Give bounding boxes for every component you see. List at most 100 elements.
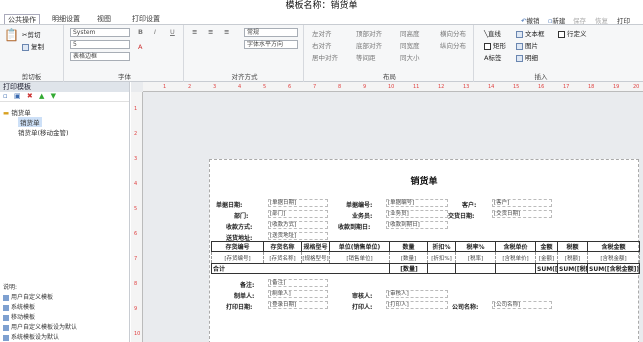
field-value[interactable]: [送货地址]: [268, 232, 328, 240]
table-cell[interactable]: [存货编号]: [211, 251, 264, 264]
layout-right-align[interactable]: 右对齐: [312, 40, 332, 50]
font-color-icon[interactable]: A: [138, 43, 142, 51]
layout-same-size[interactable]: 同大小: [400, 52, 420, 62]
tab-common[interactable]: 公共操作: [4, 14, 40, 24]
footer-value[interactable]: [登录日期]: [268, 301, 328, 309]
underline-button[interactable]: U: [170, 28, 175, 36]
font-group: System 5 表格边框 B I U A 字体: [66, 25, 184, 82]
save-template-icon[interactable]: ▣: [14, 92, 21, 100]
font-family-select[interactable]: System: [70, 28, 130, 37]
layout-bottom-align[interactable]: 底部对齐: [356, 40, 382, 50]
insert-line-button[interactable]: ╲直线: [484, 28, 501, 38]
total-cell[interactable]: SUM([含税金额]): [587, 263, 640, 274]
insert-image-button[interactable]: 图片: [516, 40, 538, 50]
layout-same-height[interactable]: 同高度: [400, 28, 420, 38]
table-cell[interactable]: [含税单价]: [495, 251, 536, 264]
total-label[interactable]: 合计: [211, 263, 390, 274]
column-header[interactable]: 税率%: [455, 241, 496, 252]
tree-root[interactable]: ▬ 销货单: [3, 107, 31, 117]
window-title: 模板名称：销货单: [0, 0, 643, 13]
column-header[interactable]: 数量: [389, 241, 428, 252]
insert-label-button[interactable]: A标签: [484, 52, 501, 62]
field-value[interactable]: [部门]: [268, 210, 328, 218]
table-cell[interactable]: [金额]: [535, 251, 558, 264]
layout-h-distribute[interactable]: 横向分布: [440, 28, 466, 38]
table-cell[interactable]: [含税金额]: [587, 251, 640, 264]
layout-v-distribute[interactable]: 纵向分布: [440, 40, 466, 50]
layout-top-align[interactable]: 顶部对齐: [356, 28, 382, 38]
copy-button[interactable]: 复制: [22, 41, 44, 51]
border-select[interactable]: 表格边框: [70, 52, 130, 61]
total-cell[interactable]: [495, 263, 536, 274]
text-direction-select[interactable]: 字体水平方向: [244, 40, 298, 49]
insert-textbox-button[interactable]: 文本框: [516, 28, 545, 38]
layout-left-align[interactable]: 左对齐: [312, 28, 332, 38]
new-template-icon[interactable]: ▫: [3, 92, 8, 100]
footer-value[interactable]: [审核人]: [386, 290, 448, 298]
document-title[interactable]: 销货单: [210, 174, 638, 187]
design-canvas[interactable]: 1 2 3 4 5 6 7 8 9 10 11 12 13 14 15 16 1…: [131, 82, 643, 342]
field-value[interactable]: [收款方式]: [268, 221, 328, 229]
bold-button[interactable]: B: [138, 28, 143, 36]
insert-detail-button[interactable]: 明细: [516, 52, 538, 62]
footer-value[interactable]: [公司名称]: [492, 301, 552, 309]
paste-icon[interactable]: 📋: [4, 28, 19, 42]
column-header[interactable]: 含税金额: [587, 241, 640, 252]
row-define-icon: [558, 30, 565, 38]
total-cell[interactable]: [455, 263, 496, 274]
field-value[interactable]: [单据编号]: [386, 199, 448, 207]
detail-table[interactable]: 存货编号 存货名称 规格型号 单位(销售单位) 数量 折扣% 税率% 含税单价 …: [211, 241, 640, 274]
total-cell[interactable]: [数量]: [389, 263, 428, 274]
footer-value[interactable]: [打印人]: [386, 301, 448, 309]
layout-center-align[interactable]: 居中对齐: [312, 52, 338, 62]
field-value[interactable]: [业务员]: [386, 210, 448, 218]
field-value[interactable]: [收款到期日]: [386, 221, 448, 229]
table-cell[interactable]: [税率]: [455, 251, 496, 264]
tab-detail[interactable]: 明细设置: [52, 14, 80, 24]
footer-value[interactable]: [制单人]: [268, 290, 328, 298]
total-cell[interactable]: SUM([金额]): [535, 263, 558, 274]
total-cell[interactable]: SUM([税额]): [557, 263, 588, 274]
column-header[interactable]: 规格型号: [301, 241, 330, 252]
layout-equal-space[interactable]: 等间距: [356, 52, 376, 62]
align-right-icon[interactable]: ≡: [224, 28, 229, 36]
column-header[interactable]: 税额: [557, 241, 588, 252]
print-page[interactable]: 销货单 单据日期: [单据日期] 单据编号: [单据编号] 客户: [客户] 部…: [209, 159, 640, 342]
insert-rect-button[interactable]: 矩形: [484, 40, 506, 50]
align-mode-select[interactable]: 常规: [244, 28, 298, 37]
italic-button[interactable]: I: [154, 28, 156, 36]
table-cell[interactable]: [税额]: [557, 251, 588, 264]
move-up-icon[interactable]: ▲: [39, 92, 44, 100]
table-cell[interactable]: [折扣%]: [427, 251, 456, 264]
column-header[interactable]: 单位(销售单位): [329, 241, 390, 252]
tree-item-selected[interactable]: 销货单: [18, 117, 42, 127]
column-header[interactable]: 金额: [535, 241, 558, 252]
table-cell[interactable]: [销售单位]: [329, 251, 390, 264]
column-header[interactable]: 存货编号: [211, 241, 264, 252]
column-header[interactable]: 存货名称: [263, 241, 302, 252]
footer-label: 公司名称:: [452, 304, 479, 311]
cut-button[interactable]: ✂剪切: [22, 29, 40, 39]
delete-template-icon[interactable]: ✖: [27, 92, 33, 100]
total-cell[interactable]: [427, 263, 456, 274]
field-value[interactable]: [交货日期]: [492, 210, 552, 218]
field-value[interactable]: [客户]: [492, 199, 552, 207]
tab-view[interactable]: 视图: [97, 14, 111, 24]
field-value[interactable]: [单据日期]: [268, 199, 328, 207]
table-cell[interactable]: [规格型号]: [301, 251, 330, 264]
column-header[interactable]: 折扣%: [427, 241, 456, 252]
footer-label: 备注:: [240, 282, 255, 289]
layout-same-width[interactable]: 同宽度: [400, 40, 420, 50]
align-center-icon[interactable]: ≡: [208, 28, 213, 36]
font-size-select[interactable]: 5: [70, 40, 130, 49]
tree-item[interactable]: 销货单(移动金管): [18, 127, 69, 137]
footer-value[interactable]: [备注]: [268, 279, 328, 287]
align-left-icon[interactable]: ≡: [192, 28, 197, 36]
table-cell[interactable]: [存货名称]: [263, 251, 302, 264]
template-toolbar: ▫ ▣ ✖ ▲ ▼: [0, 92, 129, 102]
tab-print[interactable]: 打印设置: [132, 14, 160, 24]
table-cell[interactable]: [数量]: [389, 251, 428, 264]
row-define-button[interactable]: 行定义: [558, 28, 587, 38]
move-down-icon[interactable]: ▼: [51, 92, 56, 100]
column-header[interactable]: 含税单价: [495, 241, 536, 252]
